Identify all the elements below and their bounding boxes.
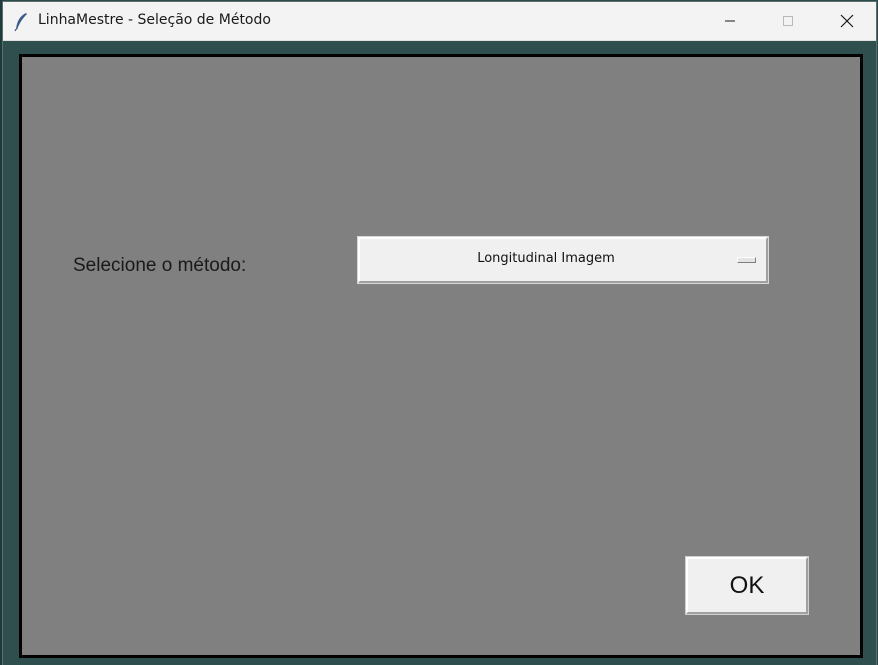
minimize-icon — [724, 15, 736, 27]
dialog-window: LinhaMestre - Seleção de Método Selecion… — [3, 2, 876, 665]
maximize-icon — [782, 15, 794, 27]
method-label: Selecione o método: — [73, 255, 247, 276]
window-title: LinhaMestre - Seleção de Método — [38, 12, 271, 28]
dialog-content: Selecione o método: Longitudinal Imagem … — [19, 54, 863, 658]
method-select[interactable]: Longitudinal Imagem — [358, 237, 768, 283]
option-menu-indicator-icon — [737, 257, 756, 263]
close-button[interactable] — [818, 2, 876, 40]
close-icon — [840, 14, 854, 28]
feather-icon — [14, 12, 28, 32]
title-bar[interactable]: LinhaMestre - Seleção de Método — [3, 2, 876, 41]
minimize-button[interactable] — [701, 2, 759, 40]
maximize-button[interactable] — [759, 2, 817, 40]
ok-button[interactable]: OK — [686, 557, 808, 614]
method-select-value: Longitudinal Imagem — [477, 251, 615, 266]
